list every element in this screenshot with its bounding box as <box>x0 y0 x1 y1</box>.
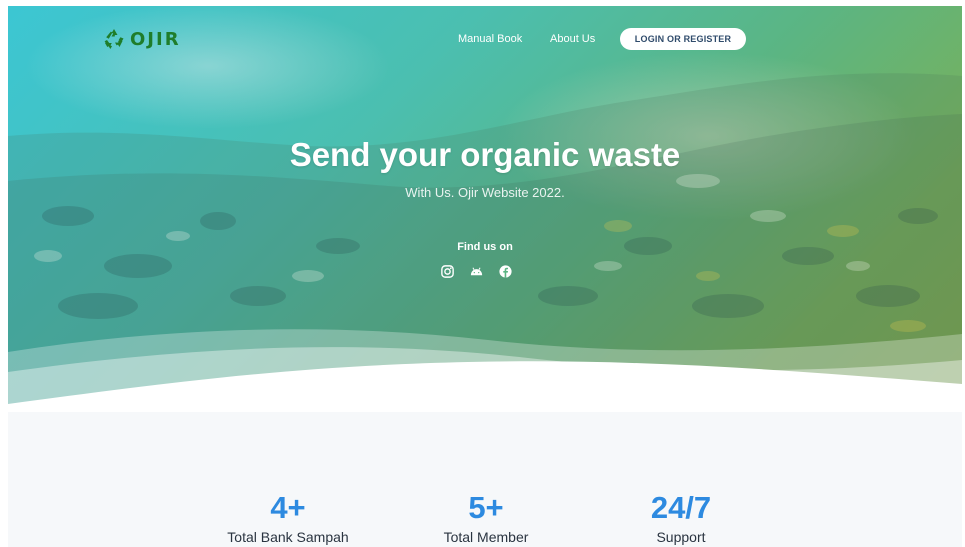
brand-logo[interactable]: OJIR <box>102 27 181 51</box>
stat-total-member: 5+ Total Member <box>396 488 576 546</box>
stats-section: 4+ Total Bank Sampah 5+ Total Member 24/… <box>8 412 962 547</box>
nav-link-about-us[interactable]: About Us <box>550 33 595 45</box>
login-register-button[interactable]: LOGIN OR REGISTER <box>620 28 746 50</box>
stat-value: 24/7 <box>650 490 712 525</box>
hero-subtitle: With Us. Ojir Website 2022. <box>405 185 565 200</box>
stat-label: Support <box>656 529 706 545</box>
recycle-icon <box>104 29 124 49</box>
android-icon[interactable] <box>469 264 484 279</box>
stat-value: 5+ <box>468 490 504 525</box>
social-links <box>440 264 513 279</box>
top-navbar: OJIR Manual Book About Us LOGIN OR REGIS… <box>8 6 962 66</box>
stat-support: 24/7 Support <box>591 488 771 546</box>
brand-name: OJIR <box>130 28 181 50</box>
find-us-label: Find us on <box>457 241 513 253</box>
instagram-icon[interactable] <box>440 264 455 279</box>
hero-title: Send your organic waste <box>289 136 681 173</box>
hero-wave-divider <box>8 329 962 412</box>
stat-label: Total Bank Sampah <box>227 529 349 545</box>
nav-link-manual-book[interactable]: Manual Book <box>458 33 522 45</box>
stat-label: Total Member <box>443 529 529 545</box>
landing-page: OJIR Manual Book About Us LOGIN OR REGIS… <box>0 0 965 547</box>
stat-bank-sampah: 4+ Total Bank Sampah <box>198 488 378 546</box>
facebook-icon[interactable] <box>498 264 513 279</box>
hero-section: OJIR Manual Book About Us LOGIN OR REGIS… <box>8 6 962 412</box>
stat-value: 4+ <box>270 490 306 525</box>
